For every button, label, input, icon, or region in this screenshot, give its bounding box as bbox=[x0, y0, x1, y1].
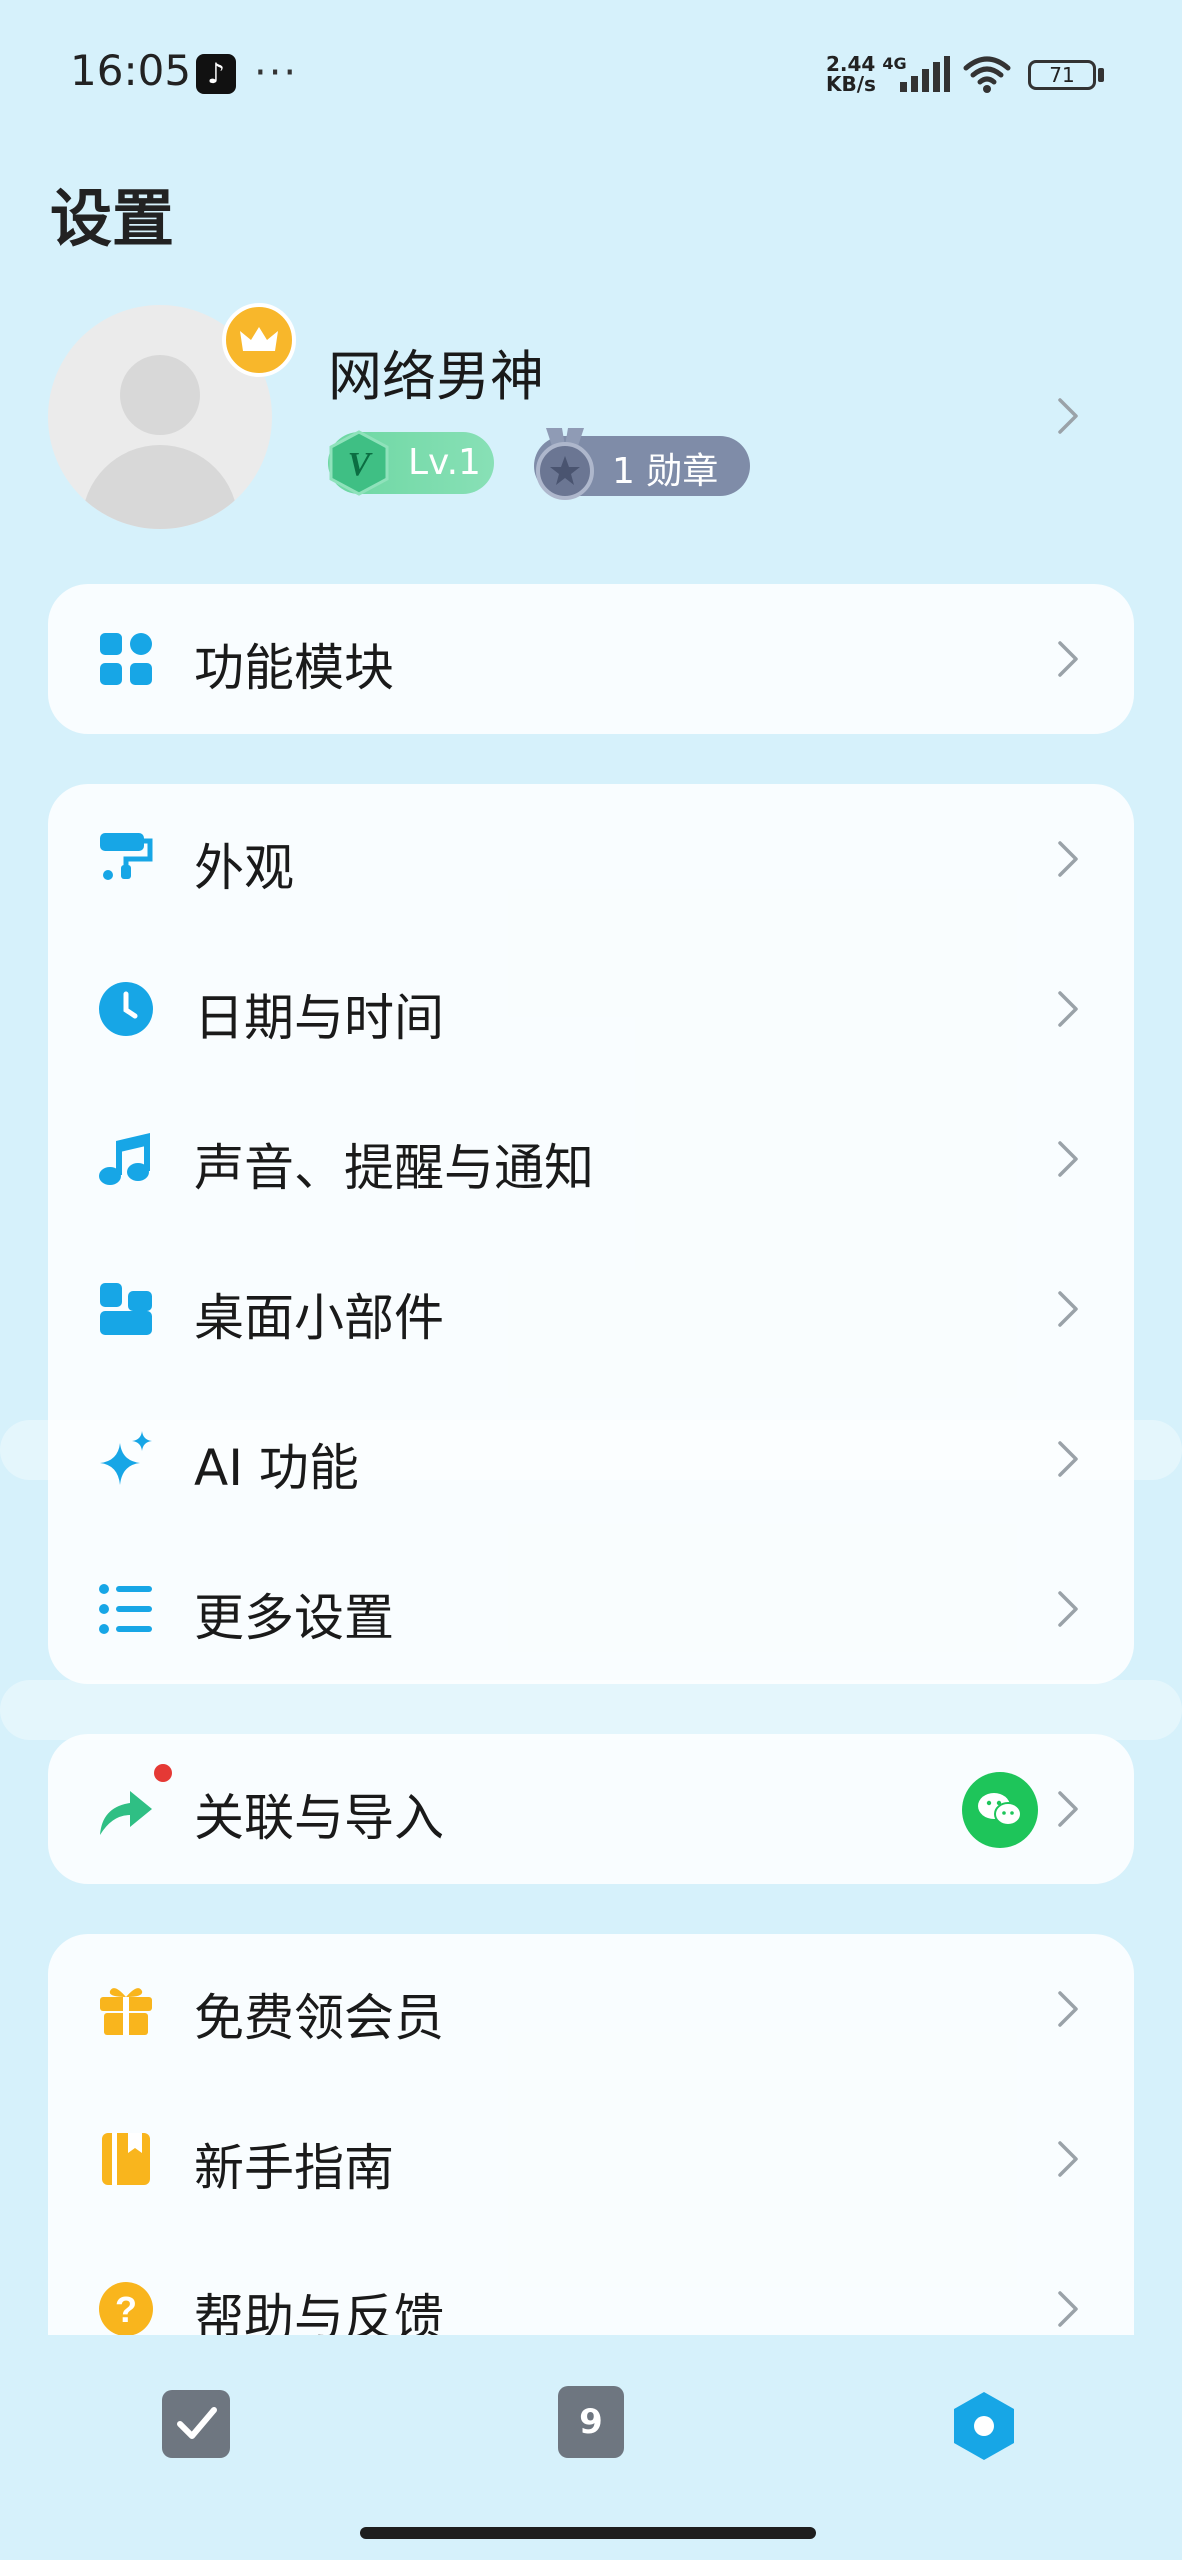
list-settings-icon bbox=[99, 1584, 152, 1634]
wifi-icon bbox=[963, 56, 1011, 93]
wechat-icon bbox=[962, 1772, 1038, 1848]
chevron-right-icon bbox=[1056, 1289, 1080, 1329]
chevron-right-icon bbox=[1056, 1989, 1080, 2029]
chevron-right-icon bbox=[1056, 1589, 1080, 1629]
page-title: 设置 bbox=[50, 182, 175, 255]
signal-icon bbox=[900, 56, 950, 92]
tiktok-icon: ♪ bbox=[196, 54, 236, 94]
nav-settings-icon[interactable] bbox=[952, 2390, 1016, 2462]
level-v-icon: V bbox=[329, 430, 389, 496]
row-label: 免费领会员 bbox=[194, 1989, 444, 2047]
wave-decoration bbox=[0, 1680, 1182, 1740]
sparkle-icon bbox=[100, 1431, 152, 1485]
calendar-day: 9 bbox=[579, 2402, 603, 2442]
row-label: 更多设置 bbox=[194, 1589, 394, 1647]
medal-text: 1 勋章 bbox=[612, 451, 719, 492]
row-widgets[interactable]: 桌面小部件 bbox=[48, 1234, 1134, 1384]
row-sound-notify[interactable]: 声音、提醒与通知 bbox=[48, 1084, 1134, 1234]
row-ai[interactable]: AI 功能 bbox=[48, 1384, 1134, 1534]
medal-icon bbox=[536, 428, 594, 500]
gift-icon bbox=[100, 1988, 152, 2035]
chevron-right-icon bbox=[1056, 1439, 1080, 1479]
paint-roller-icon bbox=[100, 833, 153, 880]
svg-text:V: V bbox=[348, 446, 373, 483]
level-text: Lv.1 bbox=[408, 442, 481, 483]
chevron-right-icon bbox=[1056, 839, 1080, 879]
network-speed: 2.44 4G KB/s bbox=[826, 54, 907, 94]
row-beginner-guide[interactable]: 新手指南 bbox=[48, 2084, 1134, 2234]
battery-level: 71 bbox=[1049, 63, 1075, 87]
row-label: 关联与导入 bbox=[194, 1789, 444, 1847]
row-label: AI 功能 bbox=[194, 1439, 359, 1497]
row-label: 新手指南 bbox=[194, 2139, 394, 2197]
more-notifications-icon: ··· bbox=[254, 50, 299, 96]
music-note-icon bbox=[99, 1133, 150, 1185]
status-time: 16:05 bbox=[70, 46, 192, 95]
row-label: 桌面小部件 bbox=[194, 1289, 444, 1347]
clock-icon bbox=[99, 982, 153, 1036]
row-date-time[interactable]: 日期与时间 bbox=[48, 934, 1134, 1084]
svg-text:?: ? bbox=[115, 2289, 137, 2330]
chevron-right-icon bbox=[1056, 639, 1080, 679]
username: 网络男神 bbox=[328, 345, 544, 408]
red-dot-badge bbox=[154, 1764, 172, 1782]
battery-tip bbox=[1098, 68, 1104, 82]
row-more-settings[interactable]: 更多设置 bbox=[48, 1534, 1134, 1684]
chevron-right-icon bbox=[1056, 2289, 1080, 2329]
row-label: 声音、提醒与通知 bbox=[194, 1139, 594, 1197]
chevron-right-icon bbox=[1056, 2139, 1080, 2179]
row-label: 功能模块 bbox=[194, 639, 394, 697]
nav-calendar-icon[interactable]: 9 bbox=[558, 2386, 624, 2458]
question-icon: ? bbox=[99, 2282, 153, 2336]
share-arrow-icon bbox=[100, 1791, 152, 1835]
row-free-vip[interactable]: 免费领会员 bbox=[48, 1934, 1134, 2084]
row-label: 外观 bbox=[194, 839, 294, 897]
nav-tasks-icon[interactable] bbox=[162, 2390, 230, 2458]
chevron-right-icon bbox=[1056, 1789, 1080, 1829]
status-bar: 16:05 ♪ ··· 2.44 4G KB/s 71 bbox=[0, 0, 1182, 150]
row-modules[interactable]: 功能模块 bbox=[48, 584, 1134, 734]
chevron-right-icon bbox=[1056, 396, 1080, 436]
battery-icon: 71 bbox=[1028, 60, 1096, 90]
modules-card: 功能模块 bbox=[48, 584, 1134, 734]
grid-icon bbox=[100, 633, 152, 685]
help-card: 免费领会员 新手指南 ? 帮助与反馈 bbox=[48, 1934, 1134, 2384]
chevron-right-icon bbox=[1056, 1139, 1080, 1179]
home-indicator[interactable] bbox=[360, 2527, 816, 2539]
chevron-right-icon bbox=[1056, 989, 1080, 1029]
network-speed-unit: KB/s bbox=[826, 72, 876, 96]
row-appearance[interactable]: 外观 bbox=[48, 784, 1134, 934]
book-icon bbox=[102, 2133, 150, 2185]
widgets-icon bbox=[100, 1283, 152, 1335]
settings-card: 外观 日期与时间 声音、提醒与通知 桌面小部件 AI 功能 更多设置 bbox=[48, 784, 1134, 1684]
row-label: 日期与时间 bbox=[194, 989, 444, 1047]
vip-crown-icon bbox=[222, 303, 296, 377]
